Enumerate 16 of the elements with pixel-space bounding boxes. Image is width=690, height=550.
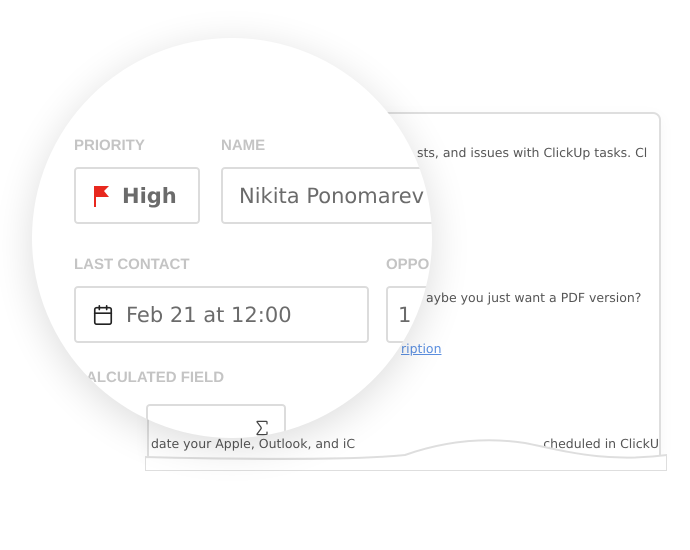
field-label: ALCULATED FIELD — [86, 369, 224, 387]
field-label: PRIORITY — [74, 137, 145, 155]
body-text: aybe you just want a PDF version? — [426, 289, 642, 307]
priority-field[interactable]: High — [74, 167, 200, 224]
field-label: LAST CONTACT — [74, 256, 190, 274]
field-label: NAME — [221, 137, 266, 155]
name-field[interactable]: Nikita Ponomarev — [221, 167, 432, 224]
calendar-icon — [92, 304, 114, 326]
field-label: OPPO — [386, 256, 430, 274]
date-field[interactable]: Feb 21 at 12:00 — [74, 286, 369, 343]
body-text: date your Apple, Outlook, and iC — [151, 435, 356, 453]
body-text: cheduled in ClickU — [543, 435, 659, 453]
flag-icon — [92, 184, 110, 206]
number-field[interactable]: 1 — [386, 286, 428, 343]
description-link[interactable]: ription — [401, 340, 442, 358]
body-text: sts, and issues with ClickUp tasks. Cl — [417, 144, 648, 162]
